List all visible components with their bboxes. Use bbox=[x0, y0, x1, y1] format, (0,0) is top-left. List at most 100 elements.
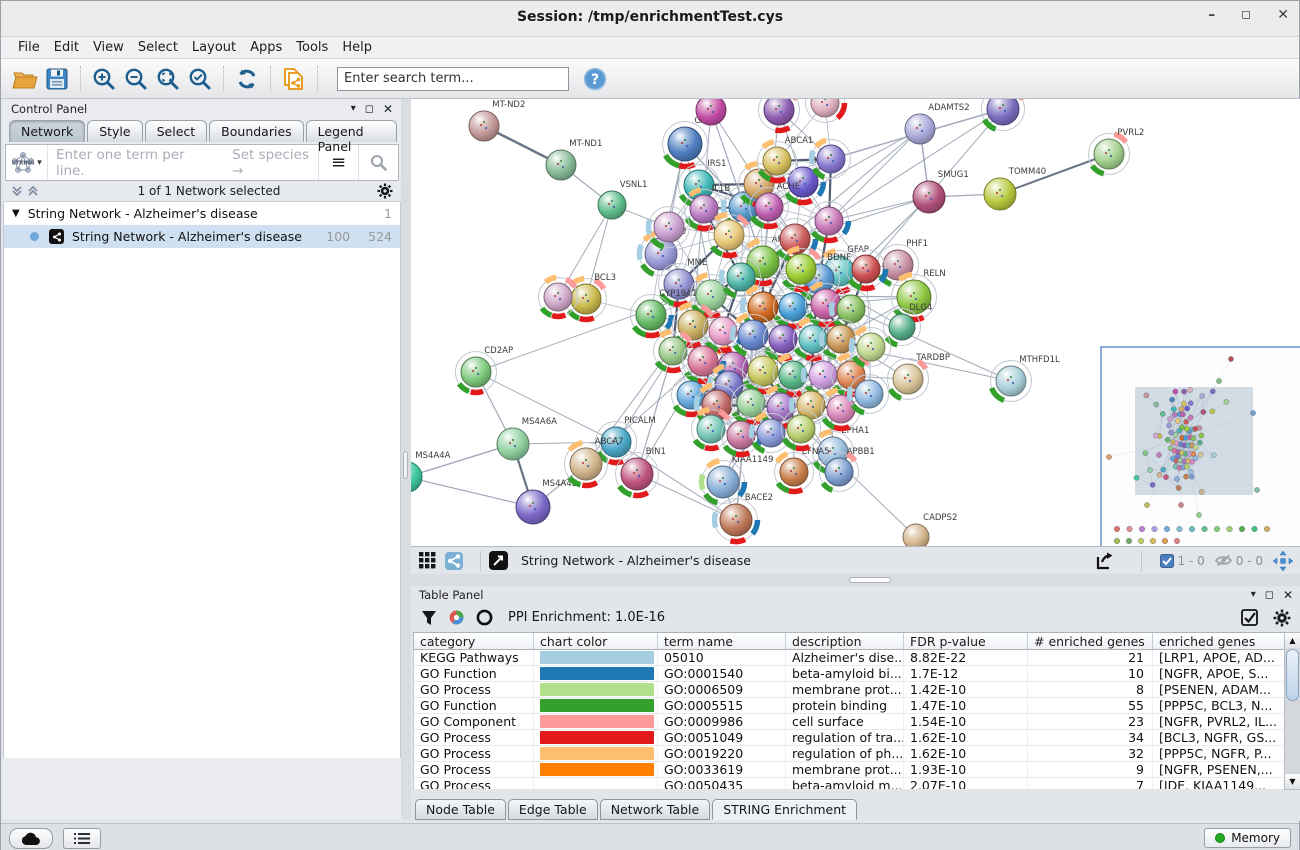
select-checkbox-icon[interactable] bbox=[1241, 609, 1259, 627]
network-node[interactable] bbox=[539, 278, 578, 317]
cp-tab-boundaries[interactable]: Boundaries bbox=[209, 120, 303, 142]
menu-item-view[interactable]: View bbox=[86, 38, 131, 57]
table-row[interactable]: GO ProcessGO:0019220regulation of ph...1… bbox=[414, 746, 1284, 762]
table-row[interactable]: GO ComponentGO:0009986cell surface1.54E-… bbox=[414, 714, 1284, 730]
birdseye-view[interactable] bbox=[1101, 347, 1300, 547]
network-node-bace2[interactable]: BACE2 bbox=[714, 493, 773, 542]
network-node-pvrl2[interactable]: PVRL2 bbox=[1089, 128, 1145, 175]
network-node[interactable] bbox=[852, 328, 891, 367]
network-node[interactable] bbox=[812, 140, 851, 179]
network-node[interactable] bbox=[982, 99, 1025, 131]
zoom-in-button[interactable] bbox=[88, 64, 120, 94]
task-history-button[interactable] bbox=[9, 828, 53, 849]
network-node[interactable] bbox=[759, 99, 800, 131]
cp-tab-network[interactable]: Network bbox=[9, 120, 85, 142]
cp-tab-style[interactable]: Style bbox=[87, 120, 142, 142]
table-header[interactable]: categorychart colorterm namedescriptionF… bbox=[413, 632, 1284, 650]
network-collection-row[interactable]: ▼ String Network - Alzheimer's disease 1 bbox=[4, 202, 400, 225]
menu-item-layout[interactable]: Layout bbox=[185, 38, 243, 57]
table-tab-node-table[interactable]: Node Table bbox=[415, 799, 506, 820]
column-header-description[interactable]: description bbox=[786, 633, 904, 649]
open-session-button[interactable] bbox=[9, 64, 41, 94]
eye-off-icon[interactable] bbox=[1215, 554, 1232, 567]
gear-icon[interactable] bbox=[377, 183, 393, 199]
memory-button[interactable]: Memory bbox=[1204, 828, 1291, 848]
network-node[interactable] bbox=[850, 375, 889, 414]
menu-item-edit[interactable]: Edit bbox=[47, 38, 86, 57]
column-header-term-name[interactable]: term name bbox=[658, 633, 786, 649]
table-row[interactable]: GO FunctionGO:0005515protein binding1.47… bbox=[414, 698, 1284, 714]
network-node-cd2ap[interactable]: CD2AP bbox=[456, 346, 514, 393]
settings-gear-icon[interactable] bbox=[1273, 609, 1291, 627]
network-node[interactable] bbox=[847, 250, 886, 289]
panel-float-icon[interactable]: ◻ bbox=[365, 102, 374, 115]
ring-chart-icon[interactable] bbox=[476, 609, 493, 626]
menu-item-select[interactable]: Select bbox=[131, 38, 185, 57]
column-header-fdr-p-value[interactable]: FDR p-value bbox=[904, 633, 1028, 649]
birdseye-toggle-button[interactable] bbox=[1273, 551, 1293, 571]
table-panel-menu-icon[interactable]: ▾ bbox=[1251, 589, 1256, 600]
cp-tab-select[interactable]: Select bbox=[145, 120, 208, 142]
table-row[interactable]: GO FunctionGO:0001540beta-amyloid bi...1… bbox=[414, 666, 1284, 682]
table-row[interactable]: GO ProcessGO:0051049regulation of tra...… bbox=[414, 730, 1284, 746]
network-node[interactable] bbox=[691, 275, 732, 316]
scrollbar-thumb[interactable] bbox=[1286, 649, 1299, 701]
network-node-cadps2[interactable]: CADPS2 bbox=[903, 513, 957, 547]
network-node[interactable] bbox=[810, 202, 849, 241]
table-tab-network-table[interactable]: Network Table bbox=[600, 799, 711, 820]
network-node[interactable] bbox=[696, 99, 726, 125]
string-query-placeholder[interactable]: Enter one term per line. bbox=[56, 147, 206, 179]
menu-item-help[interactable]: Help bbox=[335, 38, 379, 57]
network-node-adamts2[interactable]: ADAMTS2 bbox=[905, 103, 970, 144]
menu-item-apps[interactable]: Apps bbox=[243, 38, 289, 57]
column-header-enriched-genes[interactable]: enriched genes bbox=[1153, 633, 1283, 649]
set-species-label[interactable]: Set species → bbox=[232, 147, 318, 179]
vertical-splitter[interactable] bbox=[401, 99, 411, 819]
task-list-button[interactable] bbox=[63, 828, 101, 849]
panel-menu-icon[interactable]: ▾ bbox=[351, 103, 356, 114]
table-tab-edge-table[interactable]: Edge Table bbox=[508, 799, 598, 820]
network-node[interactable] bbox=[692, 410, 731, 449]
network-view[interactable]: MT-ND2MT-ND1VSNL1GAB2ADAMTS2PVRL2TOMM40S… bbox=[411, 98, 1300, 546]
search-input[interactable] bbox=[337, 67, 569, 91]
zoom-out-button[interactable] bbox=[120, 64, 152, 94]
network-node[interactable] bbox=[709, 215, 750, 256]
network-node[interactable] bbox=[654, 332, 693, 371]
table-panel-close-icon[interactable]: ✕ bbox=[1283, 588, 1293, 602]
scroll-down-icon[interactable]: ▼ bbox=[1285, 774, 1300, 789]
network-row[interactable]: String Network - Alzheimer's disease 100… bbox=[4, 225, 400, 248]
string-logo-icon[interactable]: STRING ▾ bbox=[6, 145, 48, 180]
export-network-button[interactable] bbox=[1094, 551, 1114, 571]
table-row[interactable]: KEGG Pathways05010Alzheimer's dise...8.8… bbox=[414, 650, 1284, 666]
horizontal-splitter[interactable] bbox=[411, 574, 1300, 586]
table-panel-float-icon[interactable]: ◻ bbox=[1265, 588, 1274, 601]
string-search-button[interactable] bbox=[358, 145, 398, 180]
table-row[interactable]: GO ProcessGO:0050435beta-amyloid m...2.0… bbox=[414, 778, 1284, 789]
detach-view-button[interactable] bbox=[489, 551, 508, 570]
panel-close-icon[interactable]: ✕ bbox=[383, 102, 393, 116]
chart-donut-icon[interactable] bbox=[448, 609, 465, 626]
column-header-chart-color[interactable]: chart color bbox=[534, 633, 658, 649]
network-node-mthfd1l[interactable]: MTHFD1L bbox=[991, 355, 1061, 402]
selected-checkbox-icon[interactable] bbox=[1160, 554, 1174, 568]
network-node-tardbp[interactable]: TARDBP bbox=[888, 353, 951, 400]
maximize-button[interactable]: ◻ bbox=[1241, 7, 1251, 23]
network-node-mt-nd2[interactable]: MT-ND2 bbox=[469, 100, 525, 141]
cp-tab-legend-panel[interactable]: Legend Panel bbox=[306, 120, 397, 142]
collapse-expand-icons[interactable] bbox=[11, 185, 41, 197]
column-header-category[interactable]: category bbox=[414, 633, 534, 649]
network-node[interactable] bbox=[752, 414, 791, 453]
table-row[interactable]: GO ProcessGO:0006509membrane prot...1.42… bbox=[414, 682, 1284, 698]
table-row[interactable]: GO ProcessGO:0033619membrane prot...1.93… bbox=[414, 762, 1284, 778]
string-view-button[interactable] bbox=[445, 552, 463, 570]
string-options-button[interactable]: ≡ bbox=[318, 145, 358, 180]
help-icon[interactable]: ? bbox=[583, 67, 607, 91]
minimize-button[interactable]: – bbox=[1208, 7, 1215, 23]
network-node-vsnl1[interactable]: VSNL1 bbox=[598, 180, 647, 219]
network-node[interactable] bbox=[782, 410, 821, 449]
network-node-tomm40[interactable]: TOMM40 bbox=[984, 167, 1046, 210]
tree-expand-icon[interactable]: ▼ bbox=[12, 208, 20, 219]
menu-item-tools[interactable]: Tools bbox=[289, 38, 335, 57]
grid-view-button[interactable] bbox=[419, 552, 436, 569]
network-node[interactable] bbox=[722, 416, 761, 455]
